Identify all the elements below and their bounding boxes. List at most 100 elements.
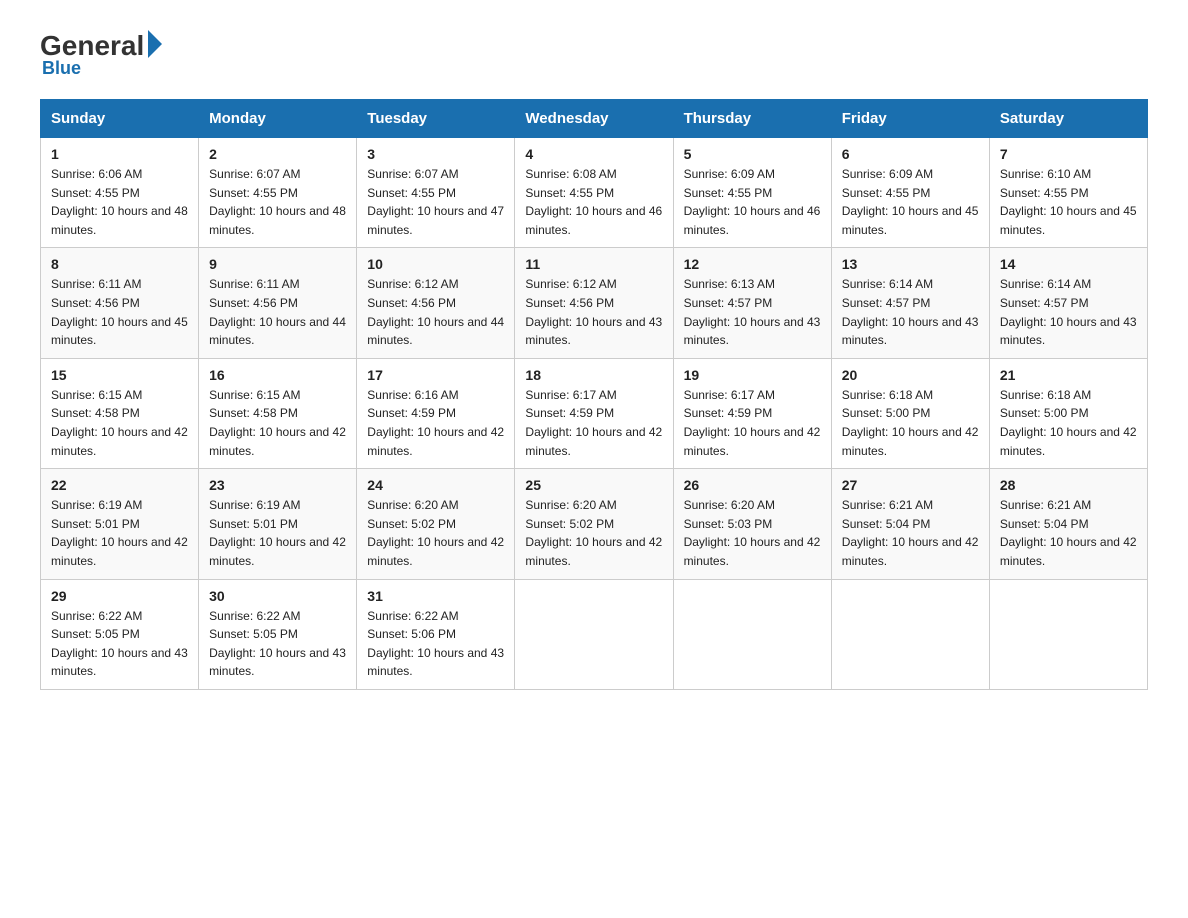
day-info: Sunrise: 6:16 AMSunset: 4:59 PMDaylight:…: [367, 388, 504, 458]
day-number: 18: [525, 367, 662, 383]
day-info: Sunrise: 6:06 AMSunset: 4:55 PMDaylight:…: [51, 167, 188, 237]
calendar-cell: 15Sunrise: 6:15 AMSunset: 4:58 PMDayligh…: [41, 358, 199, 468]
calendar-cell: [989, 579, 1147, 689]
day-number: 28: [1000, 477, 1137, 493]
day-info: Sunrise: 6:21 AMSunset: 5:04 PMDaylight:…: [842, 498, 979, 568]
calendar-cell: 19 Sunrise: 6:17 AMSunset: 4:59 PMDayligh…: [673, 358, 831, 468]
calendar-week-row: 8 Sunrise: 6:11 AMSunset: 4:56 PMDaylight…: [41, 248, 1148, 358]
col-header-sunday: Sunday: [41, 100, 199, 138]
calendar-cell: 29Sunrise: 6:22 AMSunset: 5:05 PMDayligh…: [41, 579, 199, 689]
day-number: 19: [684, 367, 821, 383]
calendar-cell: 9 Sunrise: 6:11 AMSunset: 4:56 PMDaylight…: [199, 248, 357, 358]
calendar-cell: 14 Sunrise: 6:14 AMSunset: 4:57 PMDayligh…: [989, 248, 1147, 358]
day-info: Sunrise: 6:12 AMSunset: 4:56 PMDaylight:…: [525, 277, 662, 347]
calendar-cell: 30 Sunrise: 6:22 AMSunset: 5:05 PMDayligh…: [199, 579, 357, 689]
day-number: 5: [684, 146, 821, 162]
day-number: 12: [684, 256, 821, 272]
day-info: Sunrise: 6:22 AMSunset: 5:05 PMDaylight:…: [209, 609, 346, 679]
calendar-week-row: 15Sunrise: 6:15 AMSunset: 4:58 PMDayligh…: [41, 358, 1148, 468]
day-info: Sunrise: 6:15 AMSunset: 4:58 PMDaylight:…: [209, 388, 346, 458]
day-info: Sunrise: 6:09 AMSunset: 4:55 PMDaylight:…: [842, 167, 979, 237]
day-info: Sunrise: 6:22 AMSunset: 5:05 PMDaylight:…: [51, 609, 188, 679]
day-info: Sunrise: 6:11 AMSunset: 4:56 PMDaylight:…: [51, 277, 188, 347]
calendar-cell: 17 Sunrise: 6:16 AMSunset: 4:59 PMDayligh…: [357, 358, 515, 468]
day-number: 8: [51, 256, 188, 272]
day-number: 4: [525, 146, 662, 162]
day-number: 7: [1000, 146, 1137, 162]
day-number: 10: [367, 256, 504, 272]
day-info: Sunrise: 6:18 AMSunset: 5:00 PMDaylight:…: [1000, 388, 1137, 458]
day-number: 16: [209, 367, 346, 383]
day-info: Sunrise: 6:09 AMSunset: 4:55 PMDaylight:…: [684, 167, 821, 237]
col-header-wednesday: Wednesday: [515, 100, 673, 138]
calendar-cell: [515, 579, 673, 689]
calendar-cell: 5 Sunrise: 6:09 AMSunset: 4:55 PMDaylight…: [673, 138, 831, 248]
calendar-cell: 28 Sunrise: 6:21 AMSunset: 5:04 PMDayligh…: [989, 469, 1147, 579]
day-number: 13: [842, 256, 979, 272]
day-info: Sunrise: 6:15 AMSunset: 4:58 PMDaylight:…: [51, 388, 188, 458]
day-number: 24: [367, 477, 504, 493]
col-header-thursday: Thursday: [673, 100, 831, 138]
calendar-cell: 11Sunrise: 6:12 AMSunset: 4:56 PMDayligh…: [515, 248, 673, 358]
calendar-cell: 26 Sunrise: 6:20 AMSunset: 5:03 PMDayligh…: [673, 469, 831, 579]
day-number: 9: [209, 256, 346, 272]
day-number: 22: [51, 477, 188, 493]
calendar-cell: 27 Sunrise: 6:21 AMSunset: 5:04 PMDayligh…: [831, 469, 989, 579]
logo-triangle-icon: [148, 30, 162, 58]
day-info: Sunrise: 6:10 AMSunset: 4:55 PMDaylight:…: [1000, 167, 1137, 237]
day-info: Sunrise: 6:07 AMSunset: 4:55 PMDaylight:…: [367, 167, 504, 237]
day-number: 26: [684, 477, 821, 493]
day-number: 25: [525, 477, 662, 493]
calendar-cell: 22 Sunrise: 6:19 AMSunset: 5:01 PMDayligh…: [41, 469, 199, 579]
day-info: Sunrise: 6:19 AMSunset: 5:01 PMDaylight:…: [51, 498, 188, 568]
day-info: Sunrise: 6:13 AMSunset: 4:57 PMDaylight:…: [684, 277, 821, 347]
col-header-monday: Monday: [199, 100, 357, 138]
day-info: Sunrise: 6:17 AMSunset: 4:59 PMDaylight:…: [525, 388, 662, 458]
day-number: 6: [842, 146, 979, 162]
calendar-cell: 23Sunrise: 6:19 AMSunset: 5:01 PMDayligh…: [199, 469, 357, 579]
day-info: Sunrise: 6:18 AMSunset: 5:00 PMDaylight:…: [842, 388, 979, 458]
day-info: Sunrise: 6:07 AMSunset: 4:55 PMDaylight:…: [209, 167, 346, 237]
calendar-cell: 24 Sunrise: 6:20 AMSunset: 5:02 PMDayligh…: [357, 469, 515, 579]
day-info: Sunrise: 6:21 AMSunset: 5:04 PMDaylight:…: [1000, 498, 1137, 568]
calendar-header-row: SundayMondayTuesdayWednesdayThursdayFrid…: [41, 100, 1148, 138]
day-number: 30: [209, 588, 346, 604]
calendar-cell: 6 Sunrise: 6:09 AMSunset: 4:55 PMDaylight…: [831, 138, 989, 248]
day-info: Sunrise: 6:12 AMSunset: 4:56 PMDaylight:…: [367, 277, 504, 347]
day-number: 17: [367, 367, 504, 383]
day-info: Sunrise: 6:20 AMSunset: 5:02 PMDaylight:…: [367, 498, 504, 568]
day-number: 27: [842, 477, 979, 493]
col-header-friday: Friday: [831, 100, 989, 138]
calendar-cell: 1 Sunrise: 6:06 AMSunset: 4:55 PMDaylight…: [41, 138, 199, 248]
day-info: Sunrise: 6:20 AMSunset: 5:02 PMDaylight:…: [525, 498, 662, 568]
col-header-tuesday: Tuesday: [357, 100, 515, 138]
day-info: Sunrise: 6:11 AMSunset: 4:56 PMDaylight:…: [209, 277, 346, 347]
calendar-cell: 18 Sunrise: 6:17 AMSunset: 4:59 PMDayligh…: [515, 358, 673, 468]
calendar-cell: [831, 579, 989, 689]
calendar-week-row: 29Sunrise: 6:22 AMSunset: 5:05 PMDayligh…: [41, 579, 1148, 689]
day-number: 2: [209, 146, 346, 162]
col-header-saturday: Saturday: [989, 100, 1147, 138]
day-number: 1: [51, 146, 188, 162]
day-info: Sunrise: 6:14 AMSunset: 4:57 PMDaylight:…: [1000, 277, 1137, 347]
day-info: Sunrise: 6:20 AMSunset: 5:03 PMDaylight:…: [684, 498, 821, 568]
day-number: 31: [367, 588, 504, 604]
calendar-cell: 31 Sunrise: 6:22 AMSunset: 5:06 PMDayligh…: [357, 579, 515, 689]
calendar-week-row: 22 Sunrise: 6:19 AMSunset: 5:01 PMDayligh…: [41, 469, 1148, 579]
day-number: 23: [209, 477, 346, 493]
logo: General Blue: [40, 30, 162, 79]
day-number: 3: [367, 146, 504, 162]
calendar-cell: 20 Sunrise: 6:18 AMSunset: 5:00 PMDayligh…: [831, 358, 989, 468]
logo-blue-text: Blue: [42, 58, 81, 79]
calendar-cell: 7 Sunrise: 6:10 AMSunset: 4:55 PMDaylight…: [989, 138, 1147, 248]
day-number: 21: [1000, 367, 1137, 383]
day-number: 20: [842, 367, 979, 383]
calendar-cell: 21 Sunrise: 6:18 AMSunset: 5:00 PMDayligh…: [989, 358, 1147, 468]
day-info: Sunrise: 6:22 AMSunset: 5:06 PMDaylight:…: [367, 609, 504, 679]
day-number: 14: [1000, 256, 1137, 272]
calendar-cell: [673, 579, 831, 689]
day-info: Sunrise: 6:17 AMSunset: 4:59 PMDaylight:…: [684, 388, 821, 458]
calendar-cell: 12 Sunrise: 6:13 AMSunset: 4:57 PMDayligh…: [673, 248, 831, 358]
calendar-cell: 3 Sunrise: 6:07 AMSunset: 4:55 PMDaylight…: [357, 138, 515, 248]
calendar-week-row: 1 Sunrise: 6:06 AMSunset: 4:55 PMDaylight…: [41, 138, 1148, 248]
